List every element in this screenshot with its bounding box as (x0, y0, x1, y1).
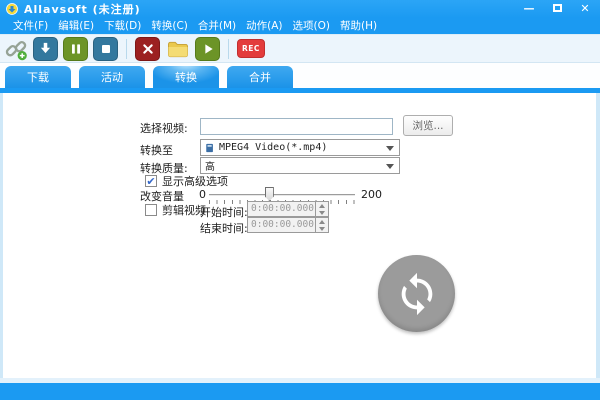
app-logo-icon (6, 3, 18, 15)
quality-select[interactable]: 高 (200, 157, 400, 174)
play-button[interactable] (195, 37, 220, 61)
convert-refresh-button[interactable] (378, 255, 455, 332)
advanced-checkbox: ✔ (145, 175, 157, 187)
start-time-spinner: 0:00:00.000 (247, 201, 329, 217)
menu-download[interactable]: 下载(D) (99, 18, 146, 34)
tab-convert[interactable]: 转换 (153, 66, 219, 88)
chevron-down-icon (386, 146, 394, 151)
toolbar-separator (228, 39, 229, 59)
stop-button[interactable] (93, 37, 118, 61)
menu-bar: 文件(F) 编辑(E) 下载(D) 转换(C) 合并(M) 动作(A) 选项(O… (0, 18, 600, 34)
volume-min-label: 0 (199, 188, 206, 201)
menu-file[interactable]: 文件(F) (8, 18, 53, 34)
select-video-label: 选择视频: (140, 120, 188, 136)
menu-convert[interactable]: 转换(C) (146, 18, 193, 34)
toolbar: REC (0, 34, 600, 63)
menu-options[interactable]: 选项(O) (288, 18, 335, 34)
remove-button[interactable] (135, 37, 160, 61)
download-arrow-icon (37, 40, 54, 57)
clip-checkbox: ✔ (145, 204, 157, 216)
convert-panel: 选择视频: 浏览... 转换至 MPEG4 Video(*.mp4) 转换质量:… (3, 93, 596, 378)
convert-to-label: 转换至 (140, 142, 173, 158)
volume-slider-track[interactable] (209, 194, 355, 196)
tab-merge[interactable]: 合并 (227, 66, 293, 88)
minimize-button[interactable]: — (522, 0, 536, 18)
window-title: Allavsoft (未注册) (24, 1, 141, 17)
maximize-button[interactable] (550, 0, 564, 18)
spin-down-icon (316, 225, 328, 232)
add-url-button[interactable] (3, 37, 28, 61)
download-button[interactable] (33, 37, 58, 61)
status-bar (0, 383, 600, 400)
folder-icon (166, 37, 190, 61)
video-path-input[interactable] (200, 118, 393, 135)
tab-strip: 下载 活动 转换 合并 (0, 63, 600, 88)
spinner-arrows (315, 218, 328, 232)
output-format-value: MPEG4 Video(*.mp4) (219, 142, 327, 153)
close-x-icon (140, 41, 156, 57)
spinner-arrows (315, 202, 328, 216)
chain-link-icon (4, 37, 28, 61)
record-button[interactable]: REC (237, 39, 265, 58)
chevron-down-icon (386, 164, 394, 169)
menu-help[interactable]: 帮助(H) (335, 18, 382, 34)
spin-down-icon (316, 209, 328, 216)
title-bar: Allavsoft (未注册) — ✕ (0, 0, 600, 18)
end-time-value: 0:00:00.000 (248, 218, 315, 232)
tab-download[interactable]: 下载 (5, 66, 71, 88)
refresh-sync-icon (394, 271, 440, 317)
clip-video-toggle[interactable]: ✔ 剪辑视频 (145, 202, 206, 218)
menu-edit[interactable]: 编辑(E) (53, 18, 99, 34)
close-button[interactable]: ✕ (578, 0, 592, 18)
maximize-icon (553, 4, 562, 12)
play-icon (200, 41, 216, 57)
output-format-select[interactable]: MPEG4 Video(*.mp4) (200, 139, 400, 156)
video-file-icon (205, 143, 215, 153)
end-time-spinner: 0:00:00.000 (247, 217, 329, 233)
volume-slider-handle[interactable] (265, 187, 274, 201)
open-folder-button[interactable] (165, 37, 190, 61)
end-time-label: 结束时间: (200, 220, 248, 236)
start-time-value: 0:00:00.000 (248, 202, 315, 216)
spin-up-icon (316, 202, 328, 209)
menu-merge[interactable]: 合并(M) (193, 18, 241, 34)
browse-button[interactable]: 浏览... (403, 115, 453, 136)
start-time-label: 开始时间: (200, 204, 248, 220)
quality-value: 高 (205, 158, 215, 173)
app-window: Allavsoft (未注册) — ✕ 文件(F) 编辑(E) 下载(D) 转换… (0, 0, 600, 400)
toolbar-separator (126, 39, 127, 59)
pause-icon (68, 41, 84, 57)
stop-icon (98, 41, 114, 57)
pause-button[interactable] (63, 37, 88, 61)
volume-max-label: 200 (361, 188, 382, 201)
tab-activity[interactable]: 活动 (79, 66, 145, 88)
menu-action[interactable]: 动作(A) (241, 18, 287, 34)
spin-up-icon (316, 218, 328, 225)
